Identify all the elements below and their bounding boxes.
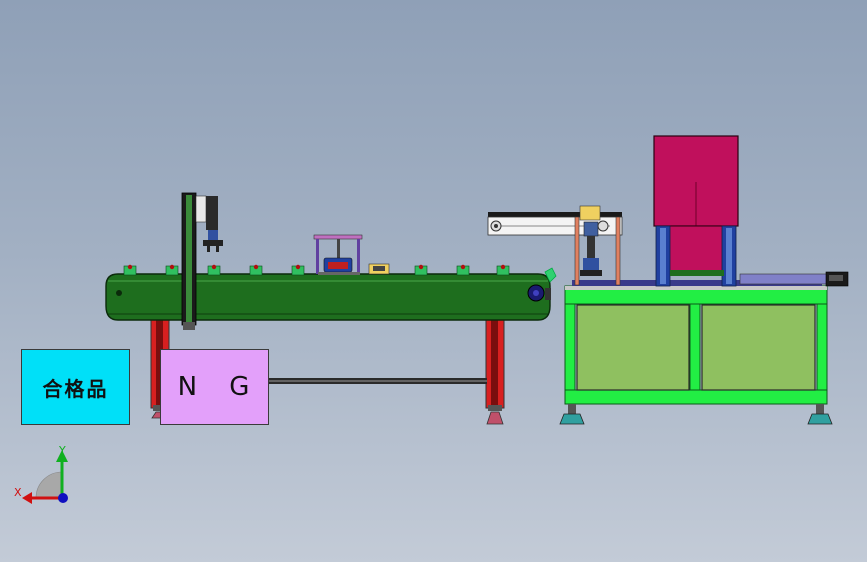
coordinate-triad: Y X [14, 444, 68, 504]
sensor-block [368, 263, 390, 275]
belt-carrier [414, 264, 428, 276]
belt-carrier [496, 264, 510, 276]
pick-arm-column [181, 192, 197, 330]
machine-assembly-drawing: Y X [14, 135, 849, 504]
belt-carrier [291, 264, 305, 276]
belt-carrier [456, 264, 470, 276]
station-conveyor [670, 270, 724, 276]
ng-bin-label: N G [177, 372, 262, 402]
cabinet-column-right [721, 225, 737, 287]
belt-carrier [123, 264, 137, 276]
belt-carrier [249, 264, 263, 276]
belt-carrier [207, 264, 221, 276]
leveling-foot-left [559, 404, 585, 425]
cabinet-panel-right [701, 304, 816, 391]
gripper [195, 195, 223, 252]
x-axis-label: X [14, 486, 22, 499]
ok-bin: 合格品 [21, 349, 130, 425]
z-axis-icon [58, 493, 68, 503]
belt-carrier [165, 264, 179, 276]
cabinet-column-left [655, 225, 671, 287]
leveling-foot-right [807, 404, 833, 425]
conveyor-belt [105, 273, 551, 321]
cabinet-panel-left [576, 304, 690, 391]
conveyor-leg-right [485, 317, 505, 425]
conveyor-crossbar [269, 378, 487, 384]
y-axis-label: Y [58, 444, 66, 457]
ng-bin: N G [160, 349, 269, 425]
test-fixture [313, 234, 363, 275]
ok-bin-label: 合格品 [42, 376, 109, 401]
